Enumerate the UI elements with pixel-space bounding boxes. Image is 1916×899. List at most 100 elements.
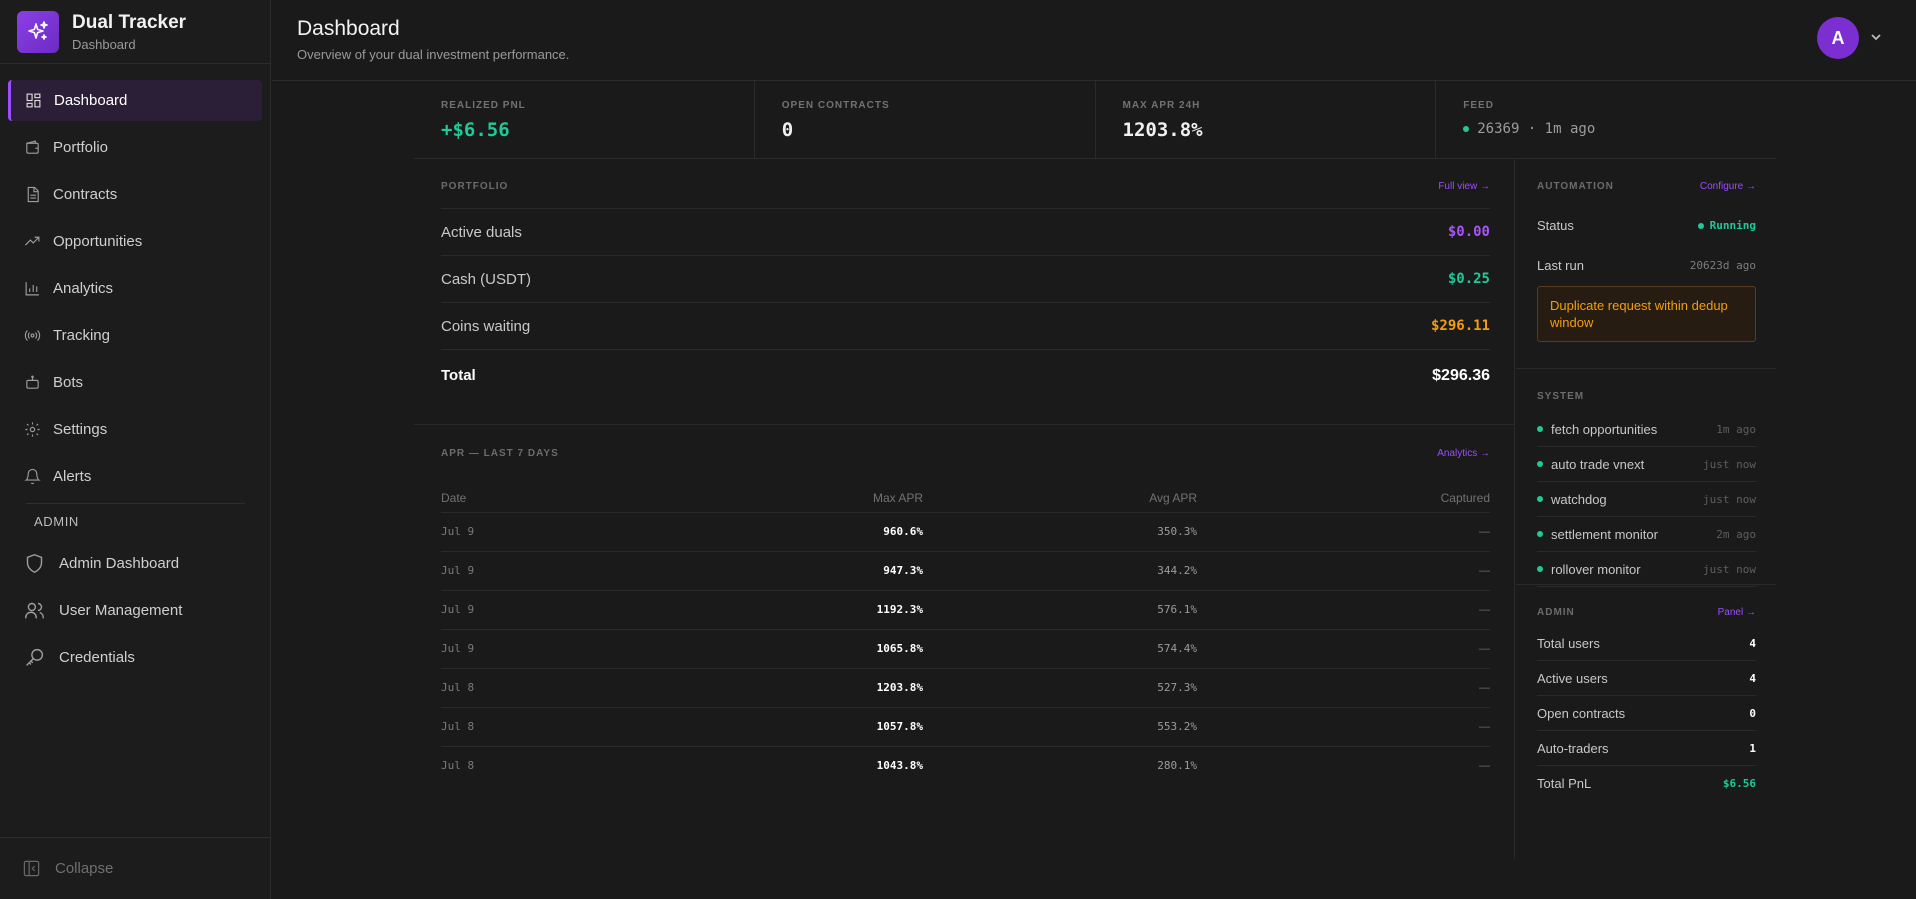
system-job-row: rollover monitor just now (1537, 552, 1756, 587)
cell-captured: — (1197, 628, 1490, 668)
cell-max-apr: 1192.3% (529, 589, 923, 629)
sidebar: Dual Tracker Dashboard Dashboard Portfol… (0, 0, 271, 899)
sidebar-item-opportunities[interactable]: Opportunities (8, 221, 262, 262)
page-header: Dashboard Overview of your dual investme… (272, 0, 1916, 81)
status-label: Status (1537, 218, 1574, 233)
cell-max-apr: 1065.8% (529, 628, 923, 668)
stat-label: MAX APR 24H (1122, 100, 1201, 111)
sidebar-item-portfolio[interactable]: Portfolio (8, 127, 262, 168)
stat-realized-pnl: REALIZED PNL +$6.56 (414, 81, 755, 158)
avatar[interactable]: A (1817, 17, 1859, 59)
admin-stat-value: 4 (1749, 636, 1756, 650)
row-value: $296.11 (1430, 318, 1490, 334)
job-time: just now (1703, 492, 1756, 506)
analytics-link[interactable]: Analytics → (1437, 448, 1490, 459)
document-icon (27, 186, 39, 203)
divider (414, 424, 1515, 425)
status-value: Running (1709, 219, 1756, 232)
sidebar-item-settings[interactable]: Settings (8, 409, 262, 450)
admin-stat-row: Active users 4 (1537, 661, 1756, 696)
table-row: Jul 9 1192.3% 576.1% — (441, 589, 1490, 629)
cell-captured: — (1197, 550, 1490, 590)
table-row: Jul 9 960.6% 350.3% — (441, 511, 1490, 551)
portfolio-row-total: Total $296.36 (441, 349, 1490, 401)
sidebar-item-label: Bots (53, 374, 84, 391)
sidebar-item-bots[interactable]: Bots (8, 362, 262, 403)
cell-avg-apr: 527.3% (923, 667, 1197, 707)
stat-value: 0 (781, 119, 794, 141)
portfolio-section: PORTFOLIO Full view → Active duals $0.00… (441, 181, 1490, 401)
system-job-row: settlement monitor 2m ago (1537, 517, 1756, 552)
status-badge: Running (1697, 219, 1756, 232)
section-title: SYSTEM (1537, 391, 1585, 402)
full-view-link[interactable]: Full view → (1438, 181, 1490, 192)
cell-captured: — (1197, 745, 1490, 785)
sidebar-item-alerts[interactable]: Alerts (8, 456, 262, 497)
sparkle-icon (17, 10, 59, 53)
dashboard-icon (26, 93, 41, 108)
stats-bar: REALIZED PNL +$6.56 OPEN CONTRACTS 0 MAX… (414, 81, 1776, 159)
apr-table: Date Max APR Avg APR Captured Jul 9 960.… (441, 475, 1490, 785)
cell-avg-apr: 574.4% (923, 628, 1197, 668)
stat-label: FEED (1463, 100, 1494, 111)
trending-up-icon (25, 236, 40, 246)
admin-stat-row: Auto-traders 1 (1537, 731, 1756, 766)
admin-stat-value: 0 (1749, 706, 1756, 720)
sidebar-item-label: Dashboard (54, 92, 128, 109)
row-value: $0.25 (1447, 271, 1490, 287)
status-dot-icon (1537, 531, 1543, 537)
users-icon (25, 602, 44, 619)
portfolio-row-cash: Cash (USDT) $0.25 (441, 255, 1490, 302)
stat-feed: FEED 26369 · 1m ago (1436, 81, 1776, 158)
sidebar-item-admin-dashboard[interactable]: Admin Dashboard (8, 541, 262, 586)
gear-icon (25, 422, 40, 437)
job-time: just now (1703, 562, 1756, 576)
cell-date: Jul 9 (441, 550, 529, 590)
job-name: watchdog (1551, 491, 1607, 507)
stat-value: 1203.8% (1122, 119, 1203, 141)
cell-date: Jul 9 (441, 511, 529, 551)
table-row: Jul 9 1065.8% 574.4% — (441, 628, 1490, 668)
admin-stat-value: 1 (1749, 741, 1756, 755)
table-row: Jul 8 1057.8% 553.2% — (441, 706, 1490, 746)
admin-stat-row: Total PnL $6.56 (1537, 766, 1756, 801)
portfolio-row-coins-waiting: Coins waiting $296.11 (441, 302, 1490, 349)
system-section: SYSTEM fetch opportunities 1m ago auto t… (1516, 369, 1776, 587)
last-run-label: Last run (1537, 258, 1584, 273)
stat-label: REALIZED PNL (441, 100, 526, 111)
sidebar-item-user-management[interactable]: User Management (8, 588, 262, 633)
brand: Dual Tracker Dashboard (0, 0, 270, 64)
main-content: PORTFOLIO Full view → Active duals $0.00… (414, 159, 1515, 859)
sidebar-item-analytics[interactable]: Analytics (8, 268, 262, 309)
page-title: Dashboard (297, 17, 400, 40)
admin-section-label: ADMIN (26, 503, 245, 541)
sidebar-item-credentials[interactable]: Credentials (8, 635, 262, 680)
cell-avg-apr: 553.2% (923, 706, 1197, 746)
collapse-sidebar-icon (23, 860, 40, 877)
configure-link[interactable]: Configure → (1700, 181, 1756, 192)
chevron-down-icon[interactable] (1870, 30, 1882, 46)
admin-stat-row: Total users 4 (1537, 626, 1756, 661)
cell-date: Jul 8 (441, 745, 529, 785)
status-dot-icon (1537, 426, 1543, 432)
collapse-button[interactable]: Collapse (0, 837, 271, 899)
admin-stat-label: Total PnL (1537, 776, 1592, 791)
cell-captured: — (1197, 706, 1490, 746)
key-icon (26, 648, 44, 666)
section-title: ADMIN (1537, 607, 1575, 618)
admin-section: ADMIN Panel → Total users 4 Active users… (1516, 585, 1776, 801)
sidebar-item-tracking[interactable]: Tracking (8, 315, 262, 356)
panel-link[interactable]: Panel → (1718, 607, 1756, 618)
sidebar-item-dashboard[interactable]: Dashboard (8, 80, 262, 121)
right-panel: AUTOMATION Configure → Status Running La… (1516, 159, 1776, 801)
section-title: PORTFOLIO (441, 181, 509, 192)
sidebar-item-contracts[interactable]: Contracts (8, 174, 262, 215)
row-label: Active duals (441, 223, 522, 241)
system-job-row: auto trade vnext just now (1537, 447, 1756, 482)
cell-avg-apr: 344.2% (923, 550, 1197, 590)
sidebar-item-label: Alerts (53, 468, 92, 485)
wallet-icon (26, 140, 39, 154)
section-title: APR — LAST 7 DAYS (441, 448, 559, 459)
sidebar-item-label: Portfolio (53, 139, 109, 156)
radio-icon (24, 330, 41, 341)
